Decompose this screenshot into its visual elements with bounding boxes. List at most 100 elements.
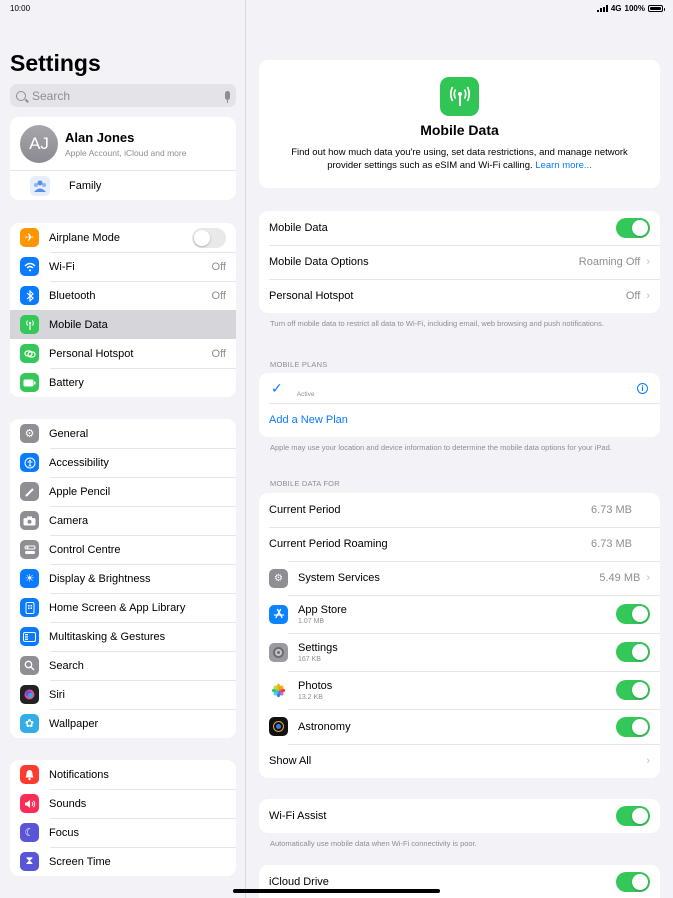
sidebar-item-control-centre[interactable]: Control Centre [10,535,236,564]
sidebar-item-airplane-mode[interactable]: ✈ Airplane Mode [10,223,236,252]
search-input[interactable]: Search [10,84,236,107]
battery-icon [20,373,39,392]
mobile-data-options-row[interactable]: Mobile Data Options Roaming Off › [259,245,660,279]
bluetooth-status: Off [211,289,226,302]
antenna-icon [440,77,479,116]
sidebar-item-label: Search [49,659,84,672]
settings-toggle[interactable] [616,642,650,662]
sidebar-item-label: Screen Time [49,855,111,868]
sidebar-item-search[interactable]: Search [10,651,236,680]
app-store-icon [269,604,288,624]
sidebar-item-screen-time[interactable]: ⧗ Screen Time [10,847,236,876]
sidebar-item-personal-hotspot[interactable]: Personal Hotspot Off [10,339,236,368]
sidebar-item-label: Multitasking & Gestures [49,630,166,643]
sidebar-item-focus[interactable]: ☾ Focus [10,818,236,847]
signal-icon [596,4,608,12]
gear-icon: ⚙ [269,568,288,588]
icloud-drive-toggle[interactable] [616,872,650,892]
info-icon[interactable]: i [637,382,648,394]
chevron-right-icon: › [646,755,650,767]
sidebar-item-label: Apple Pencil [49,485,111,498]
sun-icon: ☀ [20,569,39,588]
wifi-icon [20,257,39,276]
roaming-value: 6.73 MB [591,538,632,550]
personal-hotspot-label: Personal Hotspot [269,290,354,302]
speaker-icon [20,794,39,813]
app-store-toggle[interactable] [616,604,650,624]
hotspot-icon [20,344,39,363]
sidebar-item-label: Battery [49,376,84,389]
chevron-right-icon: › [646,290,650,302]
app-size: 167 KB [298,655,321,663]
show-all-row[interactable]: Show All › [259,744,660,778]
sidebar-item-label: Airplane Mode [49,231,120,244]
current-period-roaming-row: Current Period Roaming 6.73 MB [259,527,660,561]
battery-status-icon [648,4,665,12]
app-name: Settings [298,641,338,654]
profile-name: Alan Jones [65,129,135,145]
mobile-data-options-value: Roaming Off [578,256,641,268]
system-services-label: System Services [298,572,380,584]
sidebar-item-mobile-data[interactable]: Mobile Data [10,310,236,339]
home-indicator[interactable] [233,889,440,893]
flower-icon: ✿ [20,714,39,733]
sidebar-item-label: Mobile Data [49,318,108,331]
sidebar-item-wallpaper[interactable]: ✿ Wallpaper [10,709,236,738]
learn-more-link[interactable]: Learn more... [535,160,592,171]
battery-percent: 100% [624,3,645,13]
sidebar: Settings Search AJ Alan Jones Apple Acco… [0,0,246,898]
sidebar-item-siri[interactable]: Siri [10,680,236,709]
wifi-assist-toggle[interactable] [616,806,650,826]
mobile-data-toggle[interactable] [616,218,650,238]
mobile-data-settings-group: Mobile Data Mobile Data Options Roaming … [259,211,660,313]
hero-description: Find out how much data you're using, set… [275,146,644,172]
roaming-label: Current Period Roaming [269,538,388,550]
app-row-app-store: App Store 1.07 MB [259,595,660,633]
wifi-status: Off [211,260,226,273]
sidebar-item-family[interactable]: Family [10,171,236,200]
app-size: 1.07 MB [298,617,325,625]
mobile-data-pane: Mobile Data Find out how much data you'r… [247,0,673,898]
add-plan-button[interactable]: Add a New Plan [259,403,660,437]
sidebar-item-apple-pencil[interactable]: Apple Pencil [10,477,236,506]
mobile-data-row: Mobile Data [259,211,660,245]
sidebar-item-general[interactable]: ⚙ General [10,419,236,448]
sidebar-item-multitasking[interactable]: Multitasking & Gestures [10,622,236,651]
photos-toggle[interactable] [616,680,650,700]
sidebar-item-display-brightness[interactable]: ☀ Display & Brightness [10,564,236,593]
sidebar-item-home-screen[interactable]: Home Screen & App Library [10,593,236,622]
hero-title: Mobile Data [420,122,499,138]
sidebar-item-camera[interactable]: Camera [10,506,236,535]
sidebar-item-label: Focus [49,826,79,839]
airplane-mode-toggle[interactable] [192,227,226,248]
astronomy-toggle[interactable] [616,716,650,737]
current-period-value: 6.73 MB [591,504,632,516]
sidebar-item-label: Accessibility [49,456,109,469]
sidebar-item-label: Wallpaper [49,717,99,730]
system-services-value: 5.49 MB [599,572,641,584]
account-profile[interactable]: AJ Alan Jones Apple Account, iCloud and … [10,117,236,171]
app-row-astronomy: Astronomy [259,709,660,744]
siri-icon [20,685,39,704]
plan-status: Active [296,390,315,398]
family-label: Family [69,179,102,192]
personal-hotspot-value: Off [625,290,641,302]
sidebar-item-bluetooth[interactable]: Bluetooth Off [10,281,236,310]
sidebar-item-label: Bluetooth [49,289,96,302]
wifi-assist-group: Wi-Fi Assist [259,799,660,833]
personal-hotspot-row[interactable]: Personal Hotspot Off › [259,279,660,313]
sidebar-item-wifi[interactable]: Wi-Fi Off [10,252,236,281]
mobile-data-usage-group: Current Period 6.73 MB Current Period Ro… [259,493,660,778]
search-placeholder: Search [32,88,71,103]
microphone-icon[interactable] [225,91,230,103]
sidebar-item-sounds[interactable]: Sounds [10,789,236,818]
system-services-row[interactable]: ⚙ System Services 5.49 MB › [259,561,660,595]
general-group: ⚙ General Accessibility Apple Pencil Cam… [10,419,236,738]
active-plan-row[interactable]: ✓ Active i [259,373,660,403]
connectivity-group: ✈ Airplane Mode Wi-Fi Off Bluetooth Off … [10,223,236,397]
sidebar-item-label: Notifications [49,768,109,781]
sidebar-item-battery[interactable]: Battery [10,368,236,397]
sidebar-item-notifications[interactable]: Notifications [10,760,236,789]
sidebar-item-accessibility[interactable]: Accessibility [10,448,236,477]
sidebar-item-label: Wi-Fi [49,260,75,273]
